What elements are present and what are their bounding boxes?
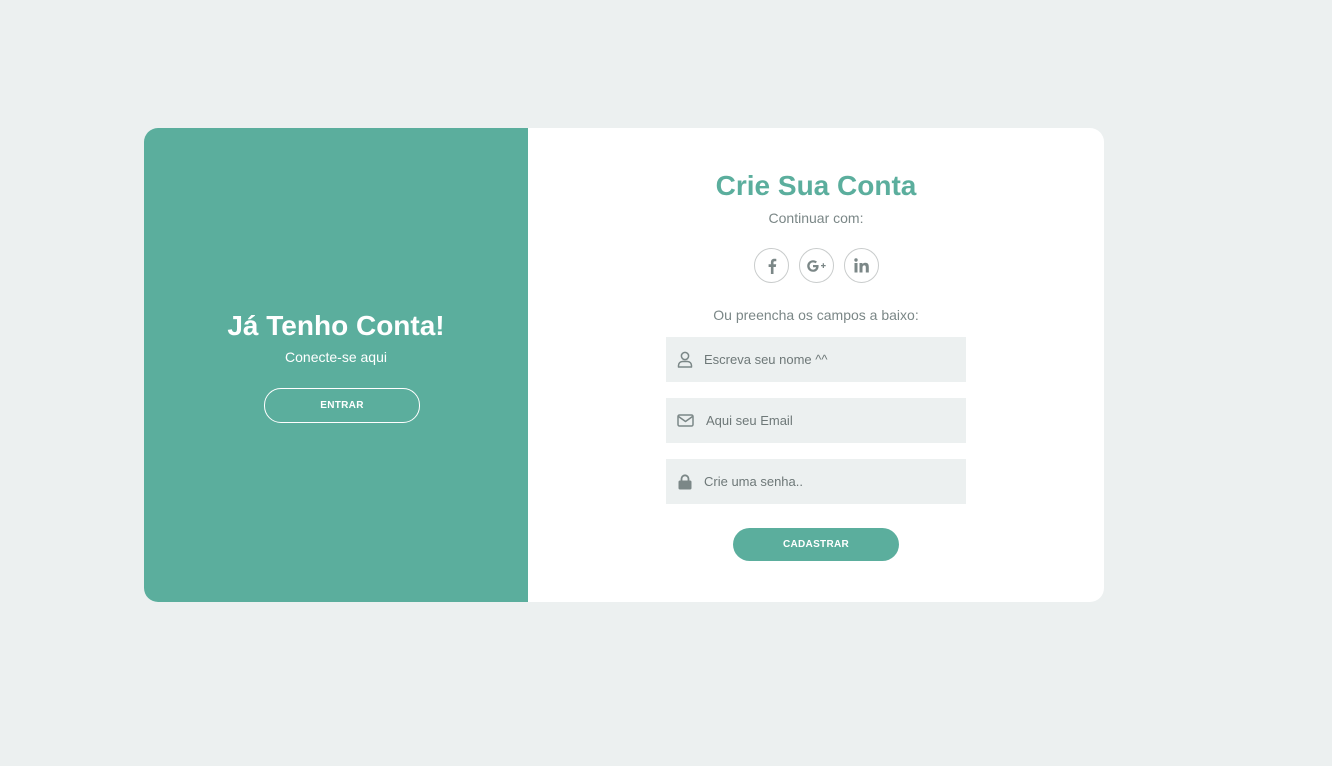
lock-icon xyxy=(666,459,704,504)
name-field xyxy=(666,337,966,382)
linkedin-button[interactable] xyxy=(844,248,879,283)
signup-card: Já Tenho Conta! Conecte-se aqui ENTRAR C… xyxy=(144,128,1104,602)
signup-panel: Crie Sua Conta Continuar com: Ou preench… xyxy=(528,128,1104,602)
email-field xyxy=(666,398,966,443)
login-panel: Já Tenho Conta! Conecte-se aqui ENTRAR xyxy=(144,128,528,602)
facebook-icon xyxy=(767,258,777,274)
social-buttons xyxy=(754,248,879,283)
password-field xyxy=(666,459,966,504)
google-plus-button[interactable] xyxy=(799,248,834,283)
login-panel-subtitle: Conecte-se aqui xyxy=(285,349,387,365)
linkedin-icon xyxy=(854,258,869,273)
register-button[interactable]: CADASTRAR xyxy=(733,528,899,561)
password-input[interactable] xyxy=(704,459,966,504)
continue-with-label: Continuar com: xyxy=(768,210,864,226)
google-plus-icon xyxy=(806,259,827,272)
email-input[interactable] xyxy=(706,398,966,443)
signup-title: Crie Sua Conta xyxy=(715,170,917,201)
envelope-icon xyxy=(666,398,704,443)
facebook-button[interactable] xyxy=(754,248,789,283)
login-panel-title: Já Tenho Conta! xyxy=(227,310,445,341)
enter-button[interactable]: ENTRAR xyxy=(264,388,420,423)
alternative-text: Ou preencha os campos a baixo: xyxy=(713,307,919,323)
user-icon xyxy=(666,337,704,382)
name-input[interactable] xyxy=(704,337,966,382)
